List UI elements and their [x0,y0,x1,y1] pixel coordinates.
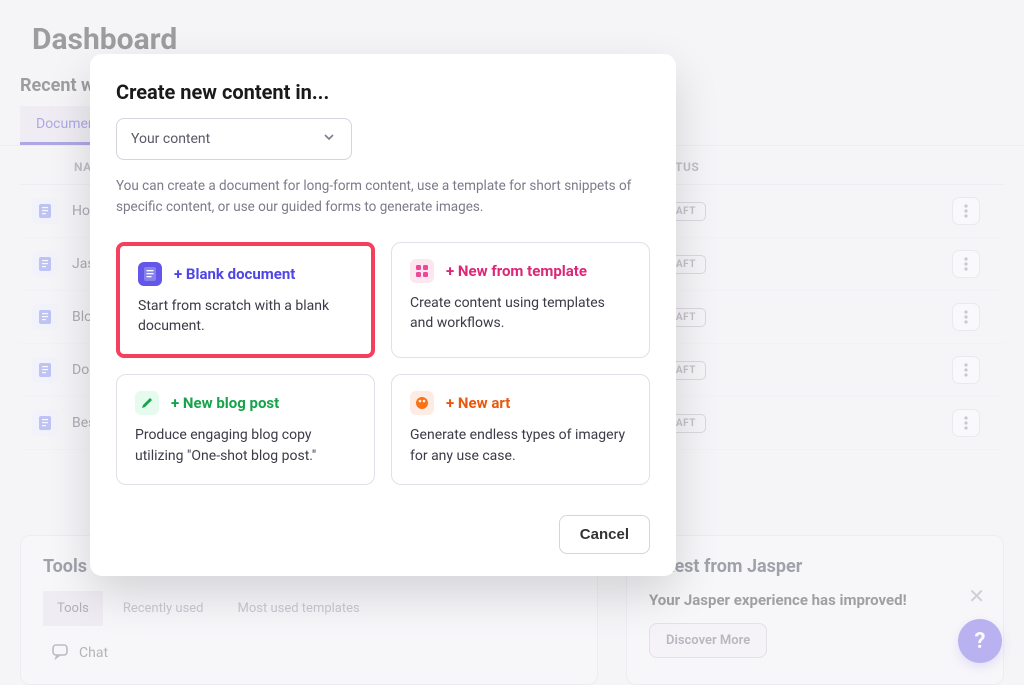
template-icon [410,259,434,283]
document-icon [138,262,162,286]
modal-title: Create new content in... [116,80,650,104]
option-title: + New art [446,394,510,412]
folder-select-value: Your content [131,131,210,147]
option-body: Produce engaging blog copy utilizing "On… [135,425,356,466]
option-title: + New from template [446,262,587,280]
art-icon [410,391,434,415]
chevron-down-icon [321,129,337,149]
option-new-from-template[interactable]: + New from template Create content using… [391,242,650,359]
modal-description: You can create a document for long-form … [116,176,650,218]
option-title: + New blog post [171,394,279,412]
option-body: Generate endless types of imagery for an… [410,425,631,466]
option-body: Create content using templates and workf… [410,293,631,334]
option-new-art[interactable]: + New art Generate endless types of imag… [391,374,650,485]
create-content-modal: Create new content in... Your content Yo… [90,54,676,576]
cancel-button[interactable]: Cancel [559,515,650,554]
folder-select[interactable]: Your content [116,118,352,160]
option-new-blog-post[interactable]: + New blog post Produce engaging blog co… [116,374,375,485]
pencil-icon [135,391,159,415]
option-body: Start from scratch with a blank document… [138,296,353,337]
option-blank-document[interactable]: + Blank document Start from scratch with… [116,242,375,359]
option-title: + Blank document [174,265,295,283]
